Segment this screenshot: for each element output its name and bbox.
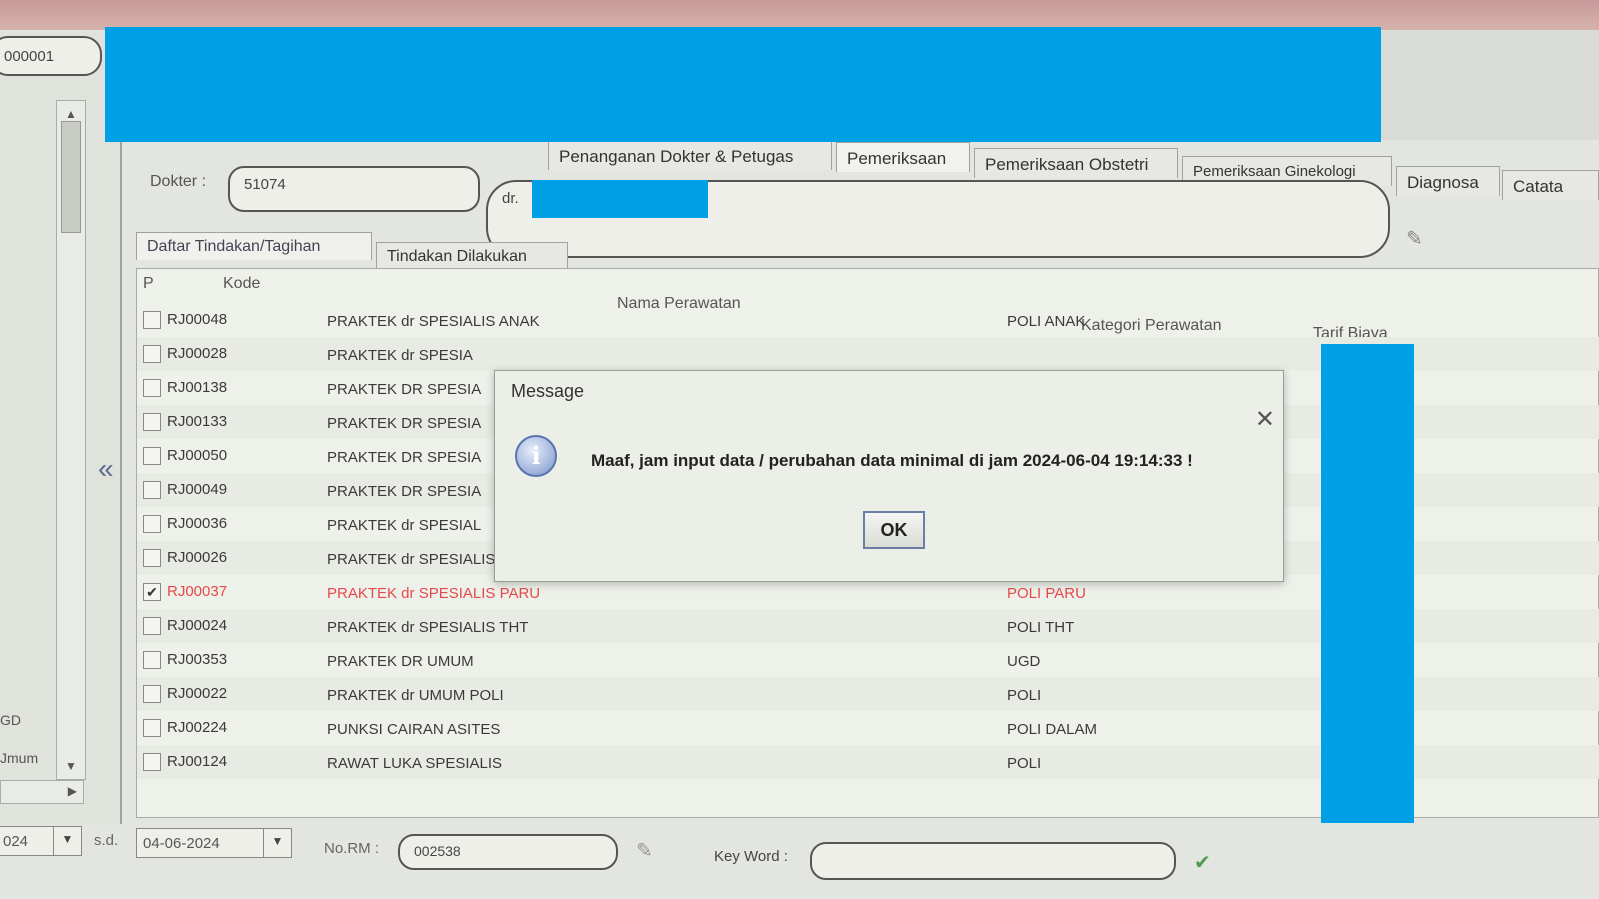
tab-pemeriksaan[interactable]: Pemeriksaan — [836, 142, 970, 172]
date-from-combo[interactable]: 024 ▼ — [0, 826, 82, 856]
keyword-input[interactable] — [810, 842, 1176, 880]
scroll-up-icon[interactable]: ▲ — [65, 107, 77, 121]
row-kategori: POLI DALAM — [1007, 721, 1098, 738]
row-nama-perawatan: RAWAT LUKA SPESIALIS — [327, 755, 503, 772]
row-nama-perawatan: PRAKTEK DR UMUM — [327, 653, 474, 670]
chevron-down-icon[interactable]: ▼ — [53, 827, 81, 855]
row-kategori: POLI — [1007, 687, 1042, 704]
scroll-down-icon[interactable]: ▼ — [65, 759, 77, 773]
row-code: RJ00026 — [167, 549, 228, 566]
row-checkbox[interactable] — [143, 345, 161, 363]
keyword-label: Key Word : — [714, 848, 788, 865]
record-id-field[interactable]: 000001 — [0, 36, 102, 76]
row-checkbox[interactable]: ✔ — [143, 583, 161, 601]
tab-penanganan-dokter[interactable]: Penanganan Dokter & Petugas — [548, 140, 832, 170]
scroll-thumb[interactable] — [61, 121, 81, 233]
row-nama-perawatan: PRAKTEK dr SPESIA — [327, 347, 473, 364]
header-p: P — [143, 275, 154, 292]
left-horizontal-scrollbar[interactable]: ▶ — [0, 780, 84, 804]
row-code: RJ00049 — [167, 481, 228, 498]
row-code: RJ00022 — [167, 685, 228, 702]
left-vertical-scrollbar[interactable]: ▲ ▼ — [56, 100, 86, 780]
row-checkbox[interactable] — [143, 549, 161, 567]
doctor-name-prefix: dr. — [502, 190, 519, 207]
row-checkbox[interactable] — [143, 413, 161, 431]
header-kode: Kode — [223, 275, 261, 292]
row-nama-perawatan: PRAKTEK dr SPESIALIS THT — [327, 619, 529, 636]
row-code: RJ00050 — [167, 447, 228, 464]
row-code: RJ00224 — [167, 719, 228, 736]
row-checkbox[interactable] — [143, 719, 161, 737]
norm-label: No.RM : — [324, 840, 380, 857]
row-code: RJ00124 — [167, 753, 228, 770]
subtab-daftar-tindakan[interactable]: Daftar Tindakan/Tagihan — [136, 232, 372, 260]
row-code: RJ00036 — [167, 515, 228, 532]
ok-button[interactable]: OK — [863, 511, 925, 549]
row-kategori: POLI ANAK — [1007, 313, 1086, 330]
doctor-label: Dokter : — [150, 173, 207, 190]
row-kategori: POLI — [1007, 755, 1042, 772]
row-code: RJ00133 — [167, 413, 228, 430]
row-nama-perawatan: PRAKTEK dr UMUM POLI — [327, 687, 504, 704]
row-checkbox[interactable] — [143, 379, 161, 397]
date-to-value: 04-06-2024 — [143, 835, 220, 852]
sd-label: s.d. — [94, 832, 119, 849]
attach-icon[interactable]: ✎ — [636, 838, 653, 863]
row-code: RJ00028 — [167, 345, 228, 362]
row-checkbox[interactable] — [143, 685, 161, 703]
row-checkbox[interactable] — [143, 447, 161, 465]
scroll-right-icon[interactable]: ▶ — [68, 784, 77, 798]
row-kategori: POLI THT — [1007, 619, 1075, 636]
row-nama-perawatan: PRAKTEK DR SPESIA — [327, 381, 482, 398]
redacted-tarif-column — [1321, 344, 1414, 823]
row-nama-perawatan: PRAKTEK DR SPESIA — [327, 415, 482, 432]
row-code: RJ00024 — [167, 617, 228, 634]
row-checkbox[interactable] — [143, 753, 161, 771]
chevron-down-icon[interactable]: ▼ — [263, 829, 291, 857]
row-code: RJ00353 — [167, 651, 228, 668]
tab-pemeriksaan-obstetri[interactable]: Pemeriksaan Obstetri — [974, 148, 1178, 178]
row-nama-perawatan: PRAKTEK dr SPESIALIS ANAK — [327, 313, 540, 330]
row-checkbox[interactable] — [143, 311, 161, 329]
redacted-doctor-name — [532, 180, 708, 218]
row-nama-perawatan: PRAKTEK dr SPESIALIS PARU — [327, 585, 541, 602]
subtab-tindakan-dilakukan[interactable]: Tindakan Dilakukan — [376, 242, 568, 270]
row-code: RJ00037 — [167, 583, 228, 600]
message-dialog: Message ✕ i Maaf, jam input data / perub… — [494, 370, 1284, 582]
row-code: RJ00048 — [167, 311, 228, 328]
dialog-message: Maaf, jam input data / perubahan data mi… — [591, 451, 1193, 470]
row-checkbox[interactable] — [143, 515, 161, 533]
tab-diagnosa[interactable]: Diagnosa — [1396, 166, 1500, 196]
row-nama-perawatan: PUNKSI CAIRAN ASITES — [327, 721, 501, 738]
dialog-title: Message — [511, 381, 585, 401]
left-label-umum: Jmum — [0, 750, 39, 766]
close-icon[interactable]: ✕ — [1255, 405, 1275, 434]
row-kategori: UGD — [1007, 653, 1041, 670]
tab-catatan[interactable]: Catata — [1502, 170, 1599, 200]
row-nama-perawatan: PRAKTEK DR SPESIA — [327, 449, 482, 466]
bottom-bar: 024 ▼ s.d. 04-06-2024 ▼ No.RM : 002538 ✎… — [0, 824, 1599, 899]
row-nama-perawatan: PRAKTEK DR SPESIA — [327, 483, 482, 500]
date-to-combo[interactable]: 04-06-2024 ▼ — [136, 828, 292, 858]
check-search-icon[interactable]: ✔ — [1194, 850, 1211, 875]
row-code: RJ00138 — [167, 379, 228, 396]
doctor-code-field[interactable]: 51074 — [228, 166, 480, 212]
table-row[interactable]: RJ00048 PRAKTEK dr SPESIALIS ANAK POLI ANA… — [137, 303, 1599, 337]
window-top-strip — [0, 0, 1599, 30]
norm-field[interactable]: 002538 — [398, 834, 618, 870]
attach-icon[interactable]: ✎ — [1406, 226, 1423, 251]
row-checkbox[interactable] — [143, 617, 161, 635]
date-from-value: 024 — [3, 833, 29, 850]
left-label-gd: GD — [0, 712, 21, 728]
row-nama-perawatan: PRAKTEK dr SPESIAL — [327, 517, 482, 534]
redacted-header-block — [105, 27, 1381, 142]
info-icon: i — [515, 435, 557, 477]
row-checkbox[interactable] — [143, 651, 161, 669]
row-checkbox[interactable] — [143, 481, 161, 499]
collapse-panel-icon[interactable]: « — [98, 453, 114, 485]
row-kategori: POLI PARU — [1007, 585, 1086, 602]
